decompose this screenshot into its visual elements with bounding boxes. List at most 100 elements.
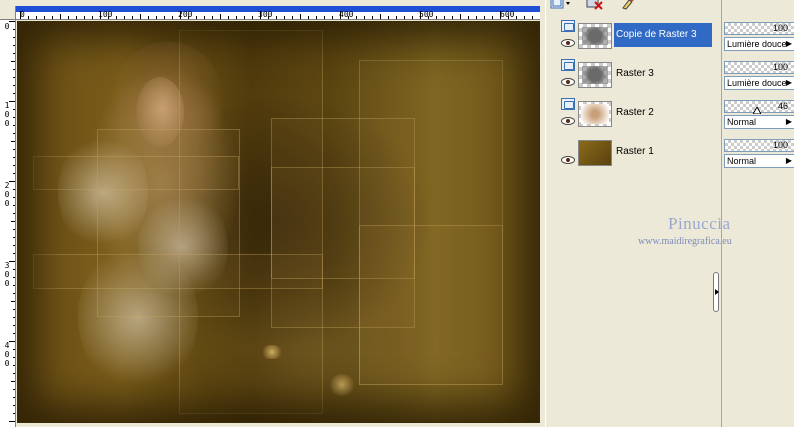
layer-thumbnail <box>578 62 612 88</box>
opacity-slider[interactable]: 100 <box>724 22 794 35</box>
ruler-tick <box>13 309 15 310</box>
visibility-eye-icon[interactable] <box>561 156 575 164</box>
ruler-tick <box>11 141 15 142</box>
dropdown-arrow-icon: ▶ <box>785 39 793 48</box>
layer-toggles <box>561 20 575 56</box>
ruler-vlabel-300-a: 3 <box>4 261 10 270</box>
layer-row-raster-2[interactable]: Raster 2 <box>558 97 712 136</box>
delete-layer-button[interactable] <box>584 0 606 12</box>
ruler-tick <box>13 237 15 238</box>
ruler-tick <box>9 421 15 422</box>
ruler-tick <box>188 16 189 19</box>
image-canvas[interactable] <box>17 21 540 423</box>
ruler-vlabel-300-b: 0 <box>4 270 10 279</box>
ruler-tick <box>13 189 15 190</box>
ruler-tick <box>444 16 445 19</box>
ruler-tick <box>11 61 15 62</box>
layer-properties-column: 100 ▶ Lumière douce ▶ 100 Lumière douce … <box>721 0 794 427</box>
ruler-tick <box>148 16 149 19</box>
new-layer-dropdown-button[interactable] <box>550 0 572 12</box>
ruler-tick <box>228 16 229 19</box>
layer-name[interactable]: Copie de Raster 3 <box>614 23 712 47</box>
ruler-tick <box>516 16 517 19</box>
visibility-eye-icon[interactable] <box>561 78 575 86</box>
ruler-corner <box>0 6 16 20</box>
layer-props-raster-1: 100 ▶ Normal ▶ <box>724 137 794 171</box>
ruler-tick <box>484 16 485 19</box>
ruler-tick <box>9 181 15 182</box>
ruler-tick <box>20 11 21 19</box>
blend-mode-select[interactable]: Lumière douce ▶ <box>724 37 794 51</box>
ruler-tick <box>532 16 533 19</box>
ruler-tick <box>372 16 373 19</box>
ruler-tick <box>180 11 181 19</box>
ruler-tick <box>13 365 15 366</box>
ruler-tick <box>13 277 15 278</box>
ruler-tick <box>220 14 221 19</box>
ruler-tick <box>196 16 197 19</box>
ruler-tick <box>76 16 77 19</box>
raster-layer-icon <box>561 59 575 71</box>
ruler-tick <box>13 125 15 126</box>
opacity-slider[interactable]: 46 <box>724 100 794 114</box>
overlay-rect <box>359 225 503 385</box>
ruler-tick <box>13 205 15 206</box>
ruler-tick <box>172 16 173 19</box>
ruler-tick <box>11 221 15 222</box>
layer-toggles <box>561 98 575 134</box>
opacity-slider[interactable]: 100 <box>724 61 794 74</box>
ruler-tick <box>13 77 15 78</box>
canvas-area: 0 100 200 300 400 500 600 0 1 0 0 2 0 0 … <box>0 0 545 427</box>
blend-mode-select[interactable]: Lumière douce ▶ <box>724 76 794 90</box>
ruler-tick <box>140 14 141 19</box>
ruler-tick <box>9 21 15 22</box>
layer-row-raster-1[interactable]: Raster 1 <box>558 136 712 175</box>
ruler-tick <box>13 173 15 174</box>
ruler-tick <box>108 16 109 19</box>
ruler-tick <box>13 325 15 326</box>
blend-mode-select[interactable]: Normal ▶ <box>724 115 794 129</box>
ruler-tick <box>13 405 15 406</box>
ruler-tick <box>356 16 357 19</box>
ruler-tick <box>13 253 15 254</box>
slider-handle-icon[interactable] <box>753 107 761 114</box>
ruler-tick <box>332 16 333 19</box>
layer-row-raster-3[interactable]: Raster 3 <box>558 58 712 97</box>
watermark-title: Pinuccia <box>668 214 731 233</box>
ruler-vlabel-100-c: 0 <box>4 119 10 128</box>
visibility-eye-icon[interactable] <box>561 39 575 47</box>
ruler-tick <box>13 333 15 334</box>
ruler-tick <box>36 16 37 19</box>
ruler-tick <box>13 93 15 94</box>
ruler-vlabel-200-b: 0 <box>4 190 10 199</box>
panel-collapse-handle[interactable] <box>713 272 719 312</box>
layer-name[interactable]: Raster 3 <box>614 62 712 86</box>
ruler-tick <box>13 317 15 318</box>
layer-toggles <box>561 137 575 173</box>
ruler-vlabel-400-c: 0 <box>4 359 10 368</box>
blend-mode-value: Lumière douce <box>727 39 787 49</box>
ruler-tick <box>11 301 15 302</box>
canvas-viewport[interactable] <box>17 21 540 427</box>
layer-thumbnail <box>578 23 612 49</box>
ruler-tick <box>13 389 15 390</box>
ruler-tick <box>60 14 61 19</box>
opacity-slider[interactable]: 100 <box>724 139 794 152</box>
layer-name[interactable]: Raster 1 <box>614 140 712 164</box>
ruler-vlabel-100-a: 1 <box>4 101 10 110</box>
blend-mode-select[interactable]: Normal ▶ <box>724 154 794 168</box>
ruler-tick <box>13 53 15 54</box>
ruler-tick <box>92 16 93 19</box>
visibility-eye-icon[interactable] <box>561 117 575 125</box>
ruler-vlabel-0: 0 <box>4 22 10 31</box>
layer-name[interactable]: Raster 2 <box>614 101 712 125</box>
layer-row-copie-raster-3[interactable]: Copie de Raster 3 <box>558 19 712 58</box>
watermark-url: www.maidiregrafica.eu <box>638 236 732 247</box>
ruler-tick <box>68 16 69 19</box>
ruler-vlabel-200-a: 2 <box>4 181 10 190</box>
ruler-tick <box>308 16 309 19</box>
blend-mode-value: Normal <box>727 117 757 127</box>
ruler-label-500: 500 <box>419 10 434 19</box>
ruler-tick <box>420 11 421 19</box>
properties-tool-button[interactable] <box>618 0 640 12</box>
